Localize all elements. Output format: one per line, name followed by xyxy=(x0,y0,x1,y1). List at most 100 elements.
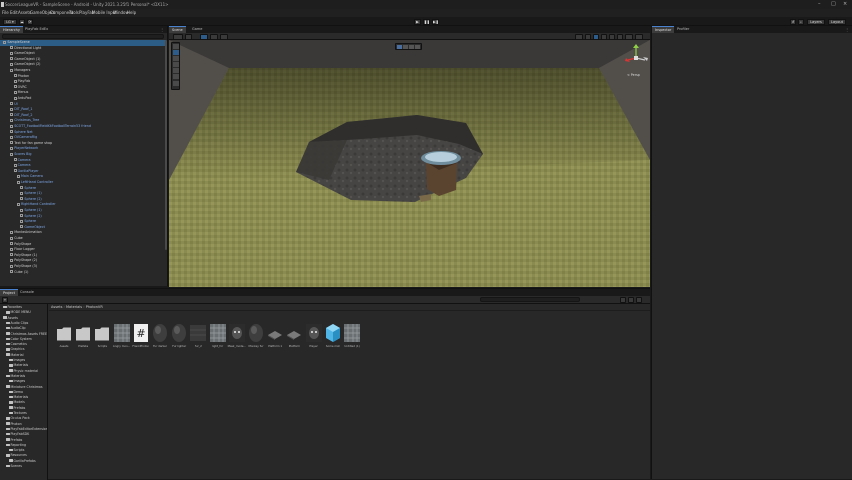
asset-item[interactable]: light_for xyxy=(209,321,227,351)
effects-icon[interactable] xyxy=(601,33,607,40)
hierarchy-item-label: Menus xyxy=(17,90,29,95)
collab-icon[interactable]: ⟳ xyxy=(27,18,33,25)
gameobject-icon xyxy=(13,169,17,173)
menu-help[interactable]: Help xyxy=(127,10,136,15)
menu-tools[interactable]: Tools xyxy=(69,10,79,15)
asset-item[interactable]: # FrankPhoton xyxy=(132,321,150,351)
breadcrumb-photonvr[interactable]: PhotonVR xyxy=(86,305,103,309)
vertex-mode-icon[interactable] xyxy=(403,45,408,49)
asset-item[interactable]: Untitled (1) xyxy=(343,321,361,351)
pause-button[interactable]: ❚❚ xyxy=(423,18,430,25)
menu-edit[interactable]: Edit xyxy=(10,10,18,15)
title-bar: SoccerLeagueVR - SampleScene - Android -… xyxy=(0,0,852,9)
gameobject-icon xyxy=(3,40,7,44)
tab-hierarchy[interactable]: Hierarchy xyxy=(0,26,23,33)
favorite-icon[interactable] xyxy=(636,296,642,303)
hierarchy-item-label: Camera xyxy=(17,163,31,168)
hierarchy-item[interactable]: Cube (1) xyxy=(0,270,166,276)
transform-tool-icon[interactable] xyxy=(173,74,179,79)
scene-search-icon[interactable] xyxy=(635,33,643,40)
tab-game[interactable]: Game xyxy=(189,26,205,33)
rotate-tool-icon[interactable] xyxy=(173,56,179,61)
folder-icon xyxy=(9,448,13,452)
asset-item[interactable]: Assets xyxy=(55,321,73,351)
folder-icon xyxy=(3,316,7,319)
asset-item[interactable]: Player xyxy=(305,321,323,351)
face-mode-icon[interactable] xyxy=(415,45,420,49)
gizmos-icon[interactable] xyxy=(625,33,633,40)
asset-item[interactable]: Some mat xyxy=(324,321,342,351)
grid-snap-icon[interactable] xyxy=(200,33,208,40)
gameobject-icon xyxy=(13,163,17,167)
breadcrumb-materials[interactable]: Materials xyxy=(66,305,82,309)
cloud-icon[interactable]: ☁ xyxy=(19,18,25,25)
project-folder-item[interactable]: Scenes xyxy=(6,464,22,469)
asset-item[interactable]: fur_2 xyxy=(189,321,207,351)
snap-settings-icon[interactable] xyxy=(210,33,218,40)
maximize-button[interactable]: □ xyxy=(831,1,836,7)
hierarchy-item-label: Sphere (2) xyxy=(24,213,42,218)
minimize-button[interactable]: – xyxy=(818,1,821,7)
draw-mode-dropdown[interactable] xyxy=(173,33,183,40)
object-mode-icon[interactable] xyxy=(397,45,402,49)
project-search-input[interactable] xyxy=(480,297,580,302)
project-folder-label: Reporting xyxy=(10,442,27,447)
hierarchy-item-label: PolyShape (1) xyxy=(14,252,37,257)
scene-viewport[interactable]: < Persp xyxy=(169,40,650,287)
folder-icon xyxy=(6,374,10,378)
orientation-gizmo[interactable]: < Persp xyxy=(623,43,650,83)
project-folder-label: PlayFabEditorExtensions xyxy=(10,426,48,431)
tab-profiler[interactable]: Profiler xyxy=(674,26,692,33)
tab-project[interactable]: Project xyxy=(0,289,18,296)
folder-icon xyxy=(6,422,10,425)
breadcrumb-assets[interactable]: Assets xyxy=(51,305,62,309)
project-folder-label: Images xyxy=(13,379,26,384)
hand-tool-icon[interactable] xyxy=(173,44,179,49)
asset-item[interactable]: Platform 1 xyxy=(266,321,284,351)
hidden-objects-icon[interactable] xyxy=(609,33,615,40)
lighting-icon[interactable] xyxy=(585,33,591,40)
asset-item[interactable]: Fur lighter xyxy=(170,321,188,351)
asset-item[interactable]: Monkey fur xyxy=(247,321,265,351)
panel-menu-icon[interactable]: ⋮ xyxy=(160,27,164,32)
rect-tool-icon[interactable] xyxy=(173,68,179,73)
create-asset-button[interactable]: + xyxy=(2,296,8,303)
asset-item[interactable]: Angry mon... xyxy=(113,321,131,351)
asset-item[interactable]: Fur darker xyxy=(151,321,169,351)
step-button[interactable]: ▶❚ xyxy=(432,18,439,25)
close-button[interactable]: × xyxy=(843,1,847,7)
camera-icon[interactable] xyxy=(617,33,623,40)
move-tool-icon[interactable] xyxy=(173,50,179,55)
hierarchy-scrollbar[interactable] xyxy=(165,40,167,250)
account-dropdown[interactable]: LG ▾ xyxy=(3,18,17,25)
audio-icon[interactable] xyxy=(593,33,599,40)
inspector-menu-icon[interactable]: ⋮ xyxy=(845,27,849,32)
asset-item[interactable]: Prefabs xyxy=(74,321,92,351)
layers-dropdown[interactable]: Layers xyxy=(807,18,825,25)
asset-item[interactable]: Scripts xyxy=(93,321,111,351)
view-2d-icon[interactable] xyxy=(575,33,583,40)
asset-item[interactable]: Platform xyxy=(285,321,303,351)
folder-icon xyxy=(6,342,10,346)
gameobject-icon xyxy=(10,135,14,139)
custom-tool-icon[interactable] xyxy=(173,81,179,86)
search-icon[interactable]: ⌕ xyxy=(798,18,804,25)
tab-inspector[interactable]: Inspector xyxy=(652,26,675,33)
hierarchy-search-input[interactable] xyxy=(2,34,164,39)
increment-icon[interactable] xyxy=(220,33,228,40)
tab-scene[interactable]: Scene xyxy=(169,26,186,33)
play-button[interactable]: ▶ xyxy=(414,18,421,25)
scale-tool-icon[interactable] xyxy=(173,62,179,67)
pivot-icon[interactable] xyxy=(185,33,192,40)
persp-label[interactable]: < Persp xyxy=(627,73,640,77)
tab-playfab-edex[interactable]: PlayFab EdEx xyxy=(22,26,51,33)
history-icon[interactable]: ↺ xyxy=(790,18,796,25)
tab-console[interactable]: Console xyxy=(17,289,37,296)
menu-file[interactable]: File xyxy=(2,10,9,15)
layout-dropdown[interactable]: Layout xyxy=(828,18,846,25)
filter-label-icon[interactable] xyxy=(628,296,634,303)
asset-item[interactable]: Mask_mode... xyxy=(228,321,246,351)
filter-type-icon[interactable] xyxy=(620,296,626,303)
folder-icon xyxy=(9,358,13,362)
edge-mode-icon[interactable] xyxy=(409,45,414,49)
